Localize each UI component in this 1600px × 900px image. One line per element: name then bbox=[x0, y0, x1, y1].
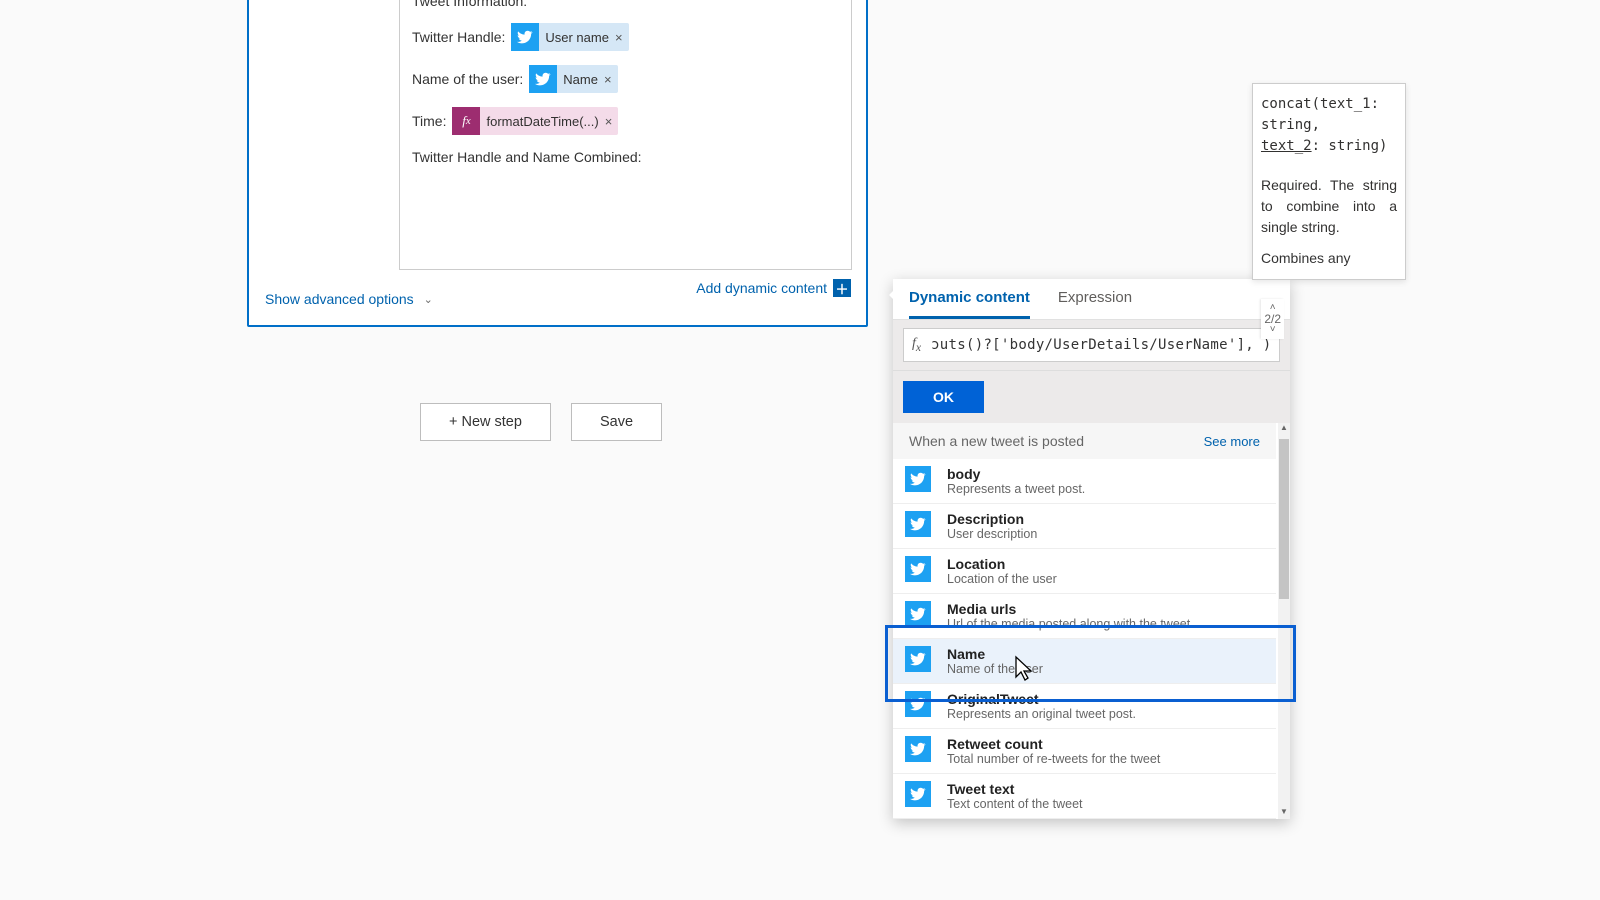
cursor-icon bbox=[1012, 655, 1036, 683]
dc-item-retweet-count[interactable]: Retweet count Total number of re-tweets … bbox=[893, 729, 1276, 774]
function-tooltip: concat(text_1: string, text_2: string) R… bbox=[1252, 83, 1406, 280]
token-username[interactable]: User name × bbox=[511, 23, 628, 51]
dc-item-name[interactable]: Name Name of the user bbox=[893, 639, 1276, 684]
scroll-down-icon[interactable]: ▼ bbox=[1278, 807, 1290, 819]
dynamic-content-panel: Dynamic content Expression ˄ 2/2 ˅ fx ɔu… bbox=[893, 279, 1290, 819]
twitter-icon bbox=[905, 736, 931, 762]
twitter-icon bbox=[905, 781, 931, 807]
token-formatdatetime-text: formatDateTime(...) bbox=[486, 114, 598, 129]
add-dynamic-content-link[interactable]: Add dynamic content ＋ bbox=[696, 279, 851, 297]
remove-token-icon[interactable]: × bbox=[605, 114, 613, 129]
save-button[interactable]: Save bbox=[571, 403, 662, 441]
chevron-down-icon: ⌄ bbox=[424, 293, 433, 306]
tab-expression[interactable]: Expression bbox=[1058, 289, 1132, 319]
list-scrollbar[interactable]: ▲ ▼ bbox=[1278, 423, 1290, 819]
twitter-icon bbox=[905, 466, 931, 492]
tooltip-truncated: Combines any bbox=[1261, 248, 1397, 269]
remove-token-icon[interactable]: × bbox=[604, 72, 612, 87]
tooltip-sig2: text_2 bbox=[1261, 138, 1312, 154]
dc-item-description[interactable]: Description User description bbox=[893, 504, 1276, 549]
trigger-group-header: When a new tweet is posted See more bbox=[893, 423, 1276, 459]
dc-item-originaltweet[interactable]: OriginalTweet Represents an original twe… bbox=[893, 684, 1276, 729]
twitter-icon bbox=[905, 646, 931, 672]
caret-down-icon: ˅ bbox=[1264, 325, 1281, 335]
ok-button[interactable]: OK bbox=[903, 381, 984, 413]
twitter-icon bbox=[511, 23, 539, 51]
scroll-up-icon[interactable]: ▲ bbox=[1278, 423, 1290, 435]
twitter-icon bbox=[529, 65, 557, 93]
fx-icon: fx bbox=[452, 107, 480, 135]
tooltip-sig1: concat(text_1: string, bbox=[1261, 96, 1379, 133]
token-name-text: Name bbox=[563, 72, 598, 87]
tweet-info-label: Tweet Information: bbox=[412, 0, 839, 9]
tooltip-sig3: : string) bbox=[1312, 138, 1388, 154]
token-name[interactable]: Name × bbox=[529, 65, 617, 93]
token-formatdatetime[interactable]: fx formatDateTime(...) × bbox=[452, 107, 618, 135]
dc-item-media-urls[interactable]: Media urls Url of the media posted along… bbox=[893, 594, 1276, 639]
plus-icon: ＋ bbox=[833, 279, 851, 297]
trigger-group-title: When a new tweet is posted bbox=[909, 433, 1084, 449]
compose-step-card: Tweet Information: Twitter Handle: User … bbox=[247, 0, 868, 327]
name-of-user-label: Name of the user: bbox=[412, 71, 523, 87]
expression-text: ɔuts()?['body/UserDetails/UserName'], ) bbox=[931, 337, 1271, 353]
token-username-text: User name bbox=[545, 30, 609, 45]
twitter-icon bbox=[905, 556, 931, 582]
dc-item-body[interactable]: body Represents a tweet post. bbox=[893, 459, 1276, 504]
scroll-thumb[interactable] bbox=[1279, 439, 1289, 599]
show-advanced-options-link[interactable]: Show advanced options ⌄ bbox=[265, 291, 433, 307]
remove-token-icon[interactable]: × bbox=[615, 30, 623, 45]
fx-icon: fx bbox=[912, 336, 921, 354]
add-dynamic-content-text: Add dynamic content bbox=[696, 280, 827, 296]
tooltip-required: Required. The string to combine into a s… bbox=[1261, 175, 1397, 238]
twitter-icon bbox=[905, 691, 931, 717]
show-advanced-text: Show advanced options bbox=[265, 291, 414, 307]
see-more-link[interactable]: See more bbox=[1204, 434, 1260, 449]
twitter-icon bbox=[905, 511, 931, 537]
dc-item-location[interactable]: Location Location of the user bbox=[893, 549, 1276, 594]
twitter-handle-label: Twitter Handle: bbox=[412, 29, 505, 45]
combined-label: Twitter Handle and Name Combined: bbox=[412, 149, 642, 165]
dc-item-tweet-text[interactable]: Tweet text Text content of the tweet bbox=[893, 774, 1276, 819]
dynamic-content-list: When a new tweet is posted See more body… bbox=[893, 423, 1290, 819]
twitter-icon bbox=[905, 601, 931, 627]
tab-dynamic-content[interactable]: Dynamic content bbox=[909, 289, 1030, 319]
compose-input-box[interactable]: Tweet Information: Twitter Handle: User … bbox=[399, 0, 852, 270]
new-step-button[interactable]: + New step bbox=[420, 403, 551, 441]
time-label: Time: bbox=[412, 113, 446, 129]
expression-input[interactable]: fx ɔuts()?['body/UserDetails/UserName'],… bbox=[903, 328, 1280, 362]
param-counter: ˄ 2/2 ˅ bbox=[1261, 299, 1284, 339]
